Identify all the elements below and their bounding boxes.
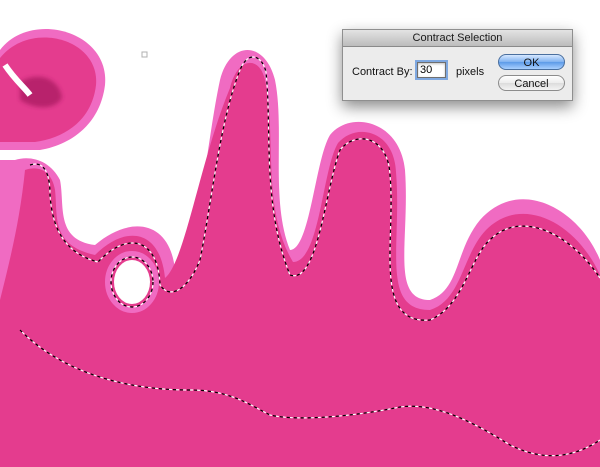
- contract-by-input[interactable]: [417, 62, 446, 78]
- pixels-label: pixels: [456, 66, 485, 78]
- contract-selection-dialog: Contract Selection Contract By: pixels O…: [342, 29, 573, 101]
- dialog-body: Contract By: pixels OK Cancel: [343, 47, 572, 100]
- dialog-title[interactable]: Contract Selection: [343, 30, 572, 47]
- contract-by-label: Contract By:: [352, 66, 413, 78]
- cancel-button[interactable]: Cancel: [498, 75, 565, 91]
- ok-button[interactable]: OK: [498, 54, 565, 70]
- letter-hole: [114, 260, 150, 304]
- anchor-marker: [141, 51, 148, 58]
